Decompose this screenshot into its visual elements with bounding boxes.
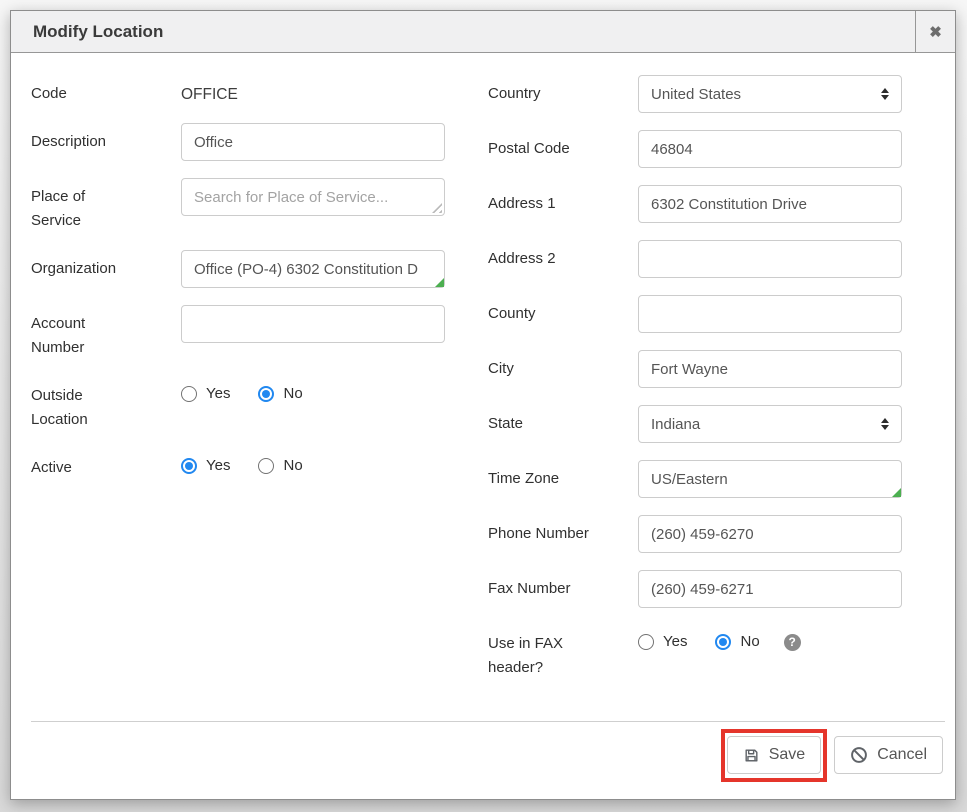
field-account-number: Account Number [31,305,445,360]
time-zone-label: Time Zone [488,460,638,491]
active-yes-option[interactable]: Yes [181,457,230,475]
account-number-input[interactable] [181,305,445,343]
country-select-value: United States [651,86,741,103]
outside-location-no-option[interactable]: No [258,385,302,403]
field-fax-number: Fax Number [488,570,902,608]
use-in-fax-header-no-option[interactable]: No [715,633,759,651]
field-description: Description [31,123,445,161]
radio-icon[interactable] [258,386,274,402]
fax-number-input[interactable] [638,570,902,608]
radio-icon[interactable] [181,458,197,474]
field-country: Country United States [488,75,902,113]
left-column: Code OFFICE Description Place of Service… [31,75,445,697]
field-county: County [488,295,902,333]
city-label: City [488,350,638,381]
code-value: OFFICE [181,75,238,104]
description-label: Description [31,123,181,154]
use-in-fax-header-label: Use in FAX header? [488,625,638,680]
field-state: State Indiana [488,405,902,443]
cancel-button-label: Cancel [877,746,927,764]
field-address-2: Address 2 [488,240,902,278]
outside-location-yes-option[interactable]: Yes [181,385,230,403]
address-1-label: Address 1 [488,185,638,216]
field-address-1: Address 1 [488,185,902,223]
active-label: Active [31,449,181,480]
outside-location-radio-group: Yes No [181,377,303,403]
country-label: Country [488,75,638,106]
radio-icon[interactable] [638,634,654,650]
right-column: Country United States Postal Code Addres… [488,75,902,697]
select-arrows-icon [881,418,889,430]
save-button[interactable]: Save [727,736,821,774]
save-disk-icon [743,747,760,764]
field-outside-location: Outside Location Yes No [31,377,445,432]
close-icon: ✖ [929,23,942,41]
field-city: City [488,350,902,388]
field-organization: Organization [31,250,445,288]
outside-location-label: Outside Location [31,377,181,432]
save-button-label: Save [769,746,805,764]
active-no-option[interactable]: No [258,457,302,475]
field-code: Code OFFICE [31,75,445,106]
postal-code-label: Postal Code [488,130,638,161]
state-select-value: Indiana [651,416,700,433]
radio-icon[interactable] [181,386,197,402]
code-label: Code [31,75,181,106]
place-of-service-label: Place of Service [31,178,181,233]
field-time-zone: Time Zone [488,460,902,498]
organization-input[interactable] [181,250,445,288]
state-select[interactable]: Indiana [638,405,902,443]
county-label: County [488,295,638,326]
fax-number-label: Fax Number [488,570,638,601]
field-place-of-service: Place of Service [31,178,445,233]
radio-icon[interactable] [258,458,274,474]
close-button[interactable]: ✖ [915,11,955,52]
phone-number-input[interactable] [638,515,902,553]
postal-code-input[interactable] [638,130,902,168]
place-of-service-input[interactable] [181,178,445,216]
use-in-fax-header-yes-option[interactable]: Yes [638,633,687,651]
radio-icon[interactable] [715,634,731,650]
county-input[interactable] [638,295,902,333]
modal-body: Code OFFICE Description Place of Service… [11,53,955,697]
description-input[interactable] [181,123,445,161]
country-select[interactable]: United States [638,75,902,113]
field-active: Active Yes No [31,449,445,480]
cancel-button[interactable]: Cancel [834,736,943,774]
field-postal-code: Postal Code [488,130,902,168]
phone-number-label: Phone Number [488,515,638,546]
modal-footer: Save Cancel [11,721,955,799]
account-number-label: Account Number [31,305,181,360]
select-arrows-icon [881,88,889,100]
field-phone-number: Phone Number [488,515,902,553]
use-in-fax-header-radio-group: Yes No ? [638,625,801,651]
modify-location-modal: Modify Location ✖ Code OFFICE Descriptio… [10,10,956,800]
cancel-ban-icon [850,746,868,764]
state-label: State [488,405,638,436]
field-use-in-fax-header: Use in FAX header? Yes No ? [488,625,902,680]
organization-label: Organization [31,250,181,281]
help-icon[interactable]: ? [784,634,801,651]
city-input[interactable] [638,350,902,388]
autocomplete-corner-icon [892,488,901,497]
modal-title: Modify Location [11,11,915,52]
address-2-input[interactable] [638,240,902,278]
address-1-input[interactable] [638,185,902,223]
time-zone-input[interactable] [638,460,902,498]
autocomplete-corner-icon [435,278,444,287]
modal-header: Modify Location ✖ [11,11,955,53]
address-2-label: Address 2 [488,240,638,271]
active-radio-group: Yes No [181,449,303,475]
